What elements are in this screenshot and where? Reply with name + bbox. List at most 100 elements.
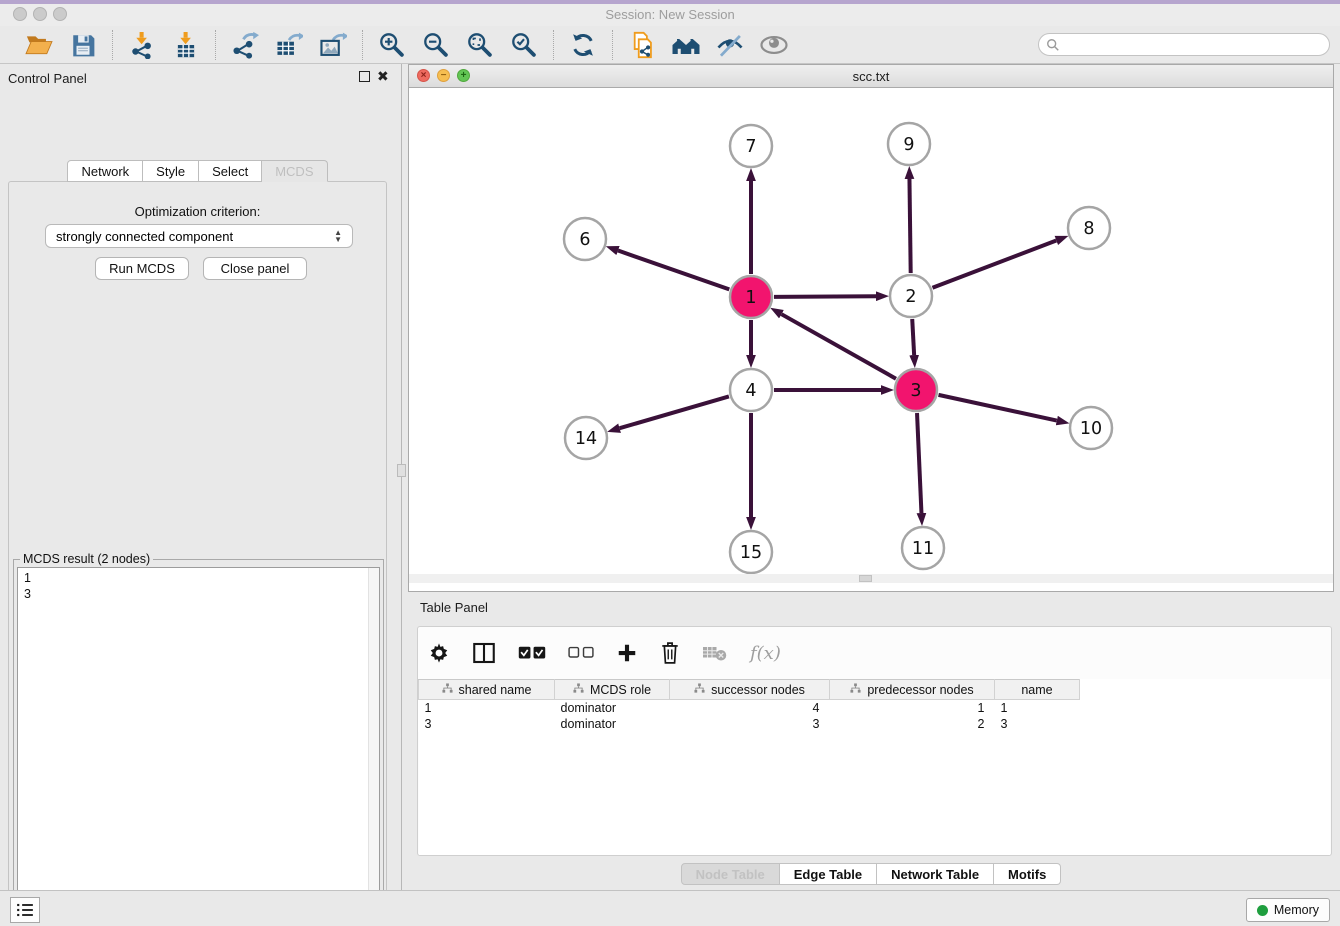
result-scrollbar[interactable] bbox=[368, 568, 379, 926]
search-icon bbox=[1046, 38, 1060, 52]
export-table-icon[interactable] bbox=[274, 30, 304, 60]
tab-network-table[interactable]: Network Table bbox=[877, 863, 994, 885]
node-label-14: 14 bbox=[575, 429, 597, 449]
table-cell[interactable]: 4 bbox=[670, 700, 830, 716]
tab-style[interactable]: Style bbox=[143, 160, 199, 182]
node-label-7: 7 bbox=[745, 137, 756, 157]
table-cell[interactable]: 2 bbox=[830, 716, 995, 732]
first-neighbors-icon[interactable] bbox=[671, 30, 701, 60]
toolbar-group bbox=[113, 30, 215, 60]
edge-3-10[interactable] bbox=[938, 395, 1056, 421]
close-panel-icon[interactable]: ✖ bbox=[377, 68, 389, 84]
table-cell[interactable]: 3 bbox=[670, 716, 830, 732]
edge-3-11[interactable] bbox=[917, 413, 921, 513]
table-panel: Table Panel ✖ f(x) shared nameMCDS roles… bbox=[408, 595, 1334, 888]
table-cell[interactable]: 1 bbox=[830, 700, 995, 716]
column-header-name[interactable]: name bbox=[995, 680, 1080, 700]
edge-1-6[interactable] bbox=[618, 251, 729, 290]
network-hscrollbar[interactable] bbox=[409, 574, 1333, 583]
table-cell[interactable]: dominator bbox=[555, 700, 670, 716]
zoom-fit-icon[interactable] bbox=[465, 30, 495, 60]
tab-select[interactable]: Select bbox=[199, 160, 262, 182]
network-from-selection-icon[interactable] bbox=[627, 30, 657, 60]
criterion-value: strongly connected component bbox=[56, 229, 334, 244]
node-label-9: 9 bbox=[903, 135, 914, 155]
column-header-successor-nodes[interactable]: successor nodes bbox=[670, 680, 830, 700]
function-builder-label: f(x) bbox=[750, 643, 781, 664]
table-cell[interactable]: 1 bbox=[419, 700, 555, 716]
window-title: Session: New Session bbox=[0, 7, 1340, 22]
edge-4-14[interactable] bbox=[620, 396, 729, 428]
mcds-panel: Optimization criterion: strongly connect… bbox=[8, 181, 387, 926]
select-all-icon[interactable] bbox=[518, 645, 546, 661]
table-cell[interactable]: 3 bbox=[419, 716, 555, 732]
hide-selected-icon[interactable] bbox=[715, 30, 745, 60]
table-cell[interactable]: 1 bbox=[995, 700, 1080, 716]
table-cell[interactable]: dominator bbox=[555, 716, 670, 732]
network-canvas[interactable]: 7968124314101511 bbox=[409, 88, 1333, 583]
close-panel-button[interactable]: Close panel bbox=[203, 257, 307, 280]
import-network-icon[interactable] bbox=[127, 30, 157, 60]
tab-motifs[interactable]: Motifs bbox=[994, 863, 1061, 885]
table-row[interactable]: 1dominator411 bbox=[419, 700, 1332, 716]
memory-button[interactable]: Memory bbox=[1246, 898, 1330, 922]
table-panel-title: Table Panel bbox=[420, 600, 488, 615]
zoom-out-icon[interactable] bbox=[421, 30, 451, 60]
column-header-predecessor-nodes[interactable]: predecessor nodes bbox=[830, 680, 995, 700]
network-title: scc.txt bbox=[409, 69, 1333, 84]
tab-edge-table[interactable]: Edge Table bbox=[780, 863, 877, 885]
delete-icon[interactable] bbox=[660, 641, 680, 665]
import-table-icon[interactable] bbox=[171, 30, 201, 60]
show-all-icon[interactable] bbox=[759, 30, 789, 60]
network-titlebar[interactable]: × − + scc.txt bbox=[409, 65, 1333, 88]
mcds-result-group: MCDS result (2 nodes) 13 bbox=[13, 559, 384, 926]
memory-label: Memory bbox=[1274, 903, 1319, 917]
tab-network[interactable]: Network bbox=[67, 160, 143, 182]
status-bar: Memory bbox=[0, 890, 1340, 926]
column-header-MCDS-role[interactable]: MCDS role bbox=[555, 680, 670, 700]
result-line: 1 bbox=[24, 570, 379, 586]
task-history-button[interactable] bbox=[10, 897, 40, 923]
edge-1-2[interactable] bbox=[774, 296, 876, 297]
main-titlebar: Session: New Session bbox=[0, 4, 1340, 26]
export-network-icon[interactable] bbox=[230, 30, 260, 60]
memory-status-icon bbox=[1257, 905, 1268, 916]
node-label-3: 3 bbox=[910, 381, 921, 401]
control-panel: Control Panel ✖ NetworkStyleSelectMCDS O… bbox=[0, 64, 395, 890]
column-tree-icon bbox=[850, 683, 861, 697]
vertical-splitter[interactable] bbox=[395, 64, 408, 890]
save-icon[interactable] bbox=[68, 30, 98, 60]
zoom-in-icon[interactable] bbox=[377, 30, 407, 60]
open-folder-icon[interactable] bbox=[24, 30, 54, 60]
run-mcds-button[interactable]: Run MCDS bbox=[95, 257, 189, 280]
table-row[interactable]: 3dominator323 bbox=[419, 716, 1332, 732]
network-window: × − + scc.txt 7968124314101511 bbox=[408, 64, 1334, 592]
control-panel-title: Control Panel bbox=[8, 71, 87, 86]
export-image-icon[interactable] bbox=[318, 30, 348, 60]
splitter-grip[interactable] bbox=[397, 464, 406, 477]
hscroll-thumb[interactable] bbox=[859, 575, 872, 582]
criterion-select[interactable]: strongly connected component ▲▼ bbox=[45, 224, 353, 248]
tab-mcds[interactable]: MCDS bbox=[262, 160, 327, 182]
edge-2-9[interactable] bbox=[909, 179, 910, 273]
table-cell[interactable]: 3 bbox=[995, 716, 1080, 732]
search-input[interactable] bbox=[1060, 36, 1329, 54]
refresh-icon[interactable] bbox=[568, 30, 598, 60]
columns-icon[interactable] bbox=[472, 641, 496, 665]
mcds-result-text[interactable]: 13 bbox=[17, 567, 380, 926]
node-table[interactable]: shared nameMCDS rolesuccessor nodesprede… bbox=[418, 679, 1331, 732]
search-box[interactable] bbox=[1038, 33, 1330, 56]
row-filler bbox=[1080, 716, 1332, 732]
tab-node-table[interactable]: Node Table bbox=[681, 863, 780, 885]
edge-2-8[interactable] bbox=[932, 240, 1056, 287]
float-panel-icon[interactable] bbox=[359, 71, 370, 82]
zoom-selected-icon[interactable] bbox=[509, 30, 539, 60]
column-header-shared-name[interactable]: shared name bbox=[419, 680, 555, 700]
edge-3-1[interactable] bbox=[781, 314, 895, 379]
function-builder-icon: f(x) bbox=[750, 643, 781, 664]
network-graph[interactable]: 7968124314101511 bbox=[409, 88, 1333, 583]
add-icon[interactable] bbox=[616, 642, 638, 664]
settings-gear-icon[interactable] bbox=[428, 642, 450, 664]
edge-2-3[interactable] bbox=[912, 319, 914, 355]
deselect-all-icon[interactable] bbox=[568, 646, 594, 660]
